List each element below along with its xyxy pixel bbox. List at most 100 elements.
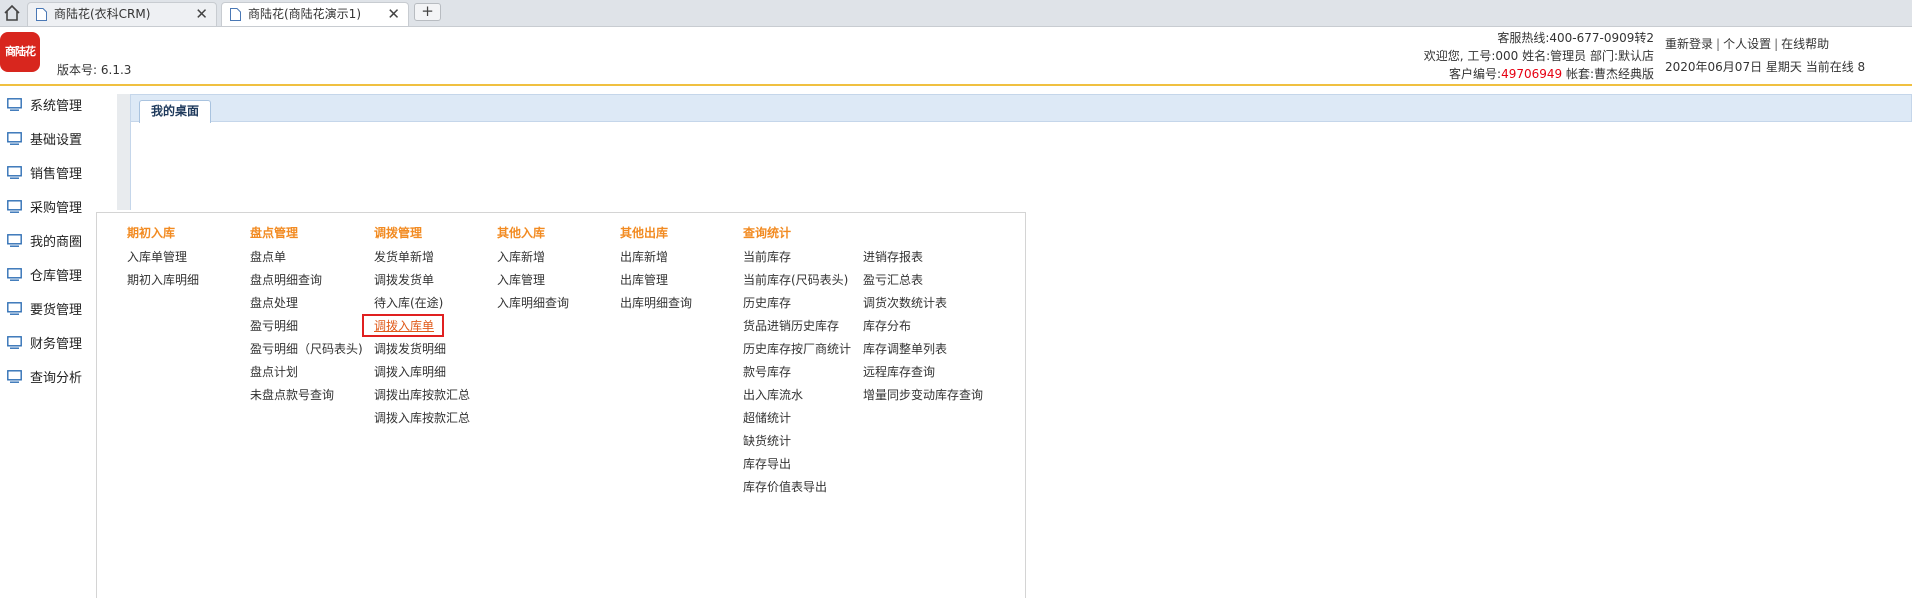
menu-heading: 盘点管理 <box>250 226 299 240</box>
menu-link[interactable]: 盈亏汇总表 <box>863 271 923 288</box>
sidebar-item-basic-settings[interactable]: 基础设置 <box>0 122 94 156</box>
menu-heading: 期初入库 <box>127 226 176 240</box>
menu-link[interactable]: 出入库流水 <box>743 386 803 403</box>
version-label: 版本号: <box>57 63 98 77</box>
sidebar-item-business-circle[interactable]: 我的商圈 <box>0 224 94 258</box>
user-info: 客服热线:400-677-0909转2 欢迎您, 工号:000 姓名:管理员 部… <box>1424 29 1654 83</box>
logo: 商陆花 <box>0 32 40 72</box>
menu-link[interactable]: 库存分布 <box>863 317 911 334</box>
sidebar-item-sales[interactable]: 销售管理 <box>0 156 94 190</box>
menu-link[interactable]: 期初入库明细 <box>127 271 199 288</box>
version-value: 6.1.3 <box>100 63 132 77</box>
new-tab-button[interactable]: + <box>414 3 441 21</box>
menu-link[interactable]: 入库管理 <box>497 271 545 288</box>
menu-heading: 其他入库 <box>497 226 546 240</box>
sidebar-item-label: 系统管理 <box>30 99 83 114</box>
monitor-icon <box>7 200 22 213</box>
online-help-link[interactable]: 在线帮助 <box>1781 37 1829 51</box>
content-border <box>130 122 131 210</box>
menu-link[interactable]: 进销存报表 <box>863 248 923 265</box>
menu-link[interactable]: 调拨入库明细 <box>374 363 446 380</box>
menu-link[interactable]: 库存导出 <box>743 455 791 472</box>
sidebar-item-finance[interactable]: 财务管理 <box>0 326 94 360</box>
menu-heading: 其他出库 <box>620 226 669 240</box>
sidebar-item-label: 财务管理 <box>30 337 83 352</box>
menu-link[interactable]: 待入库(在途) <box>374 294 443 311</box>
menu-link[interactable]: 盈亏明细 <box>250 317 298 334</box>
menu-link[interactable]: 历史库存 <box>743 294 791 311</box>
menu-link[interactable]: 历史库存按厂商统计 <box>743 340 851 357</box>
sidebar-item-label: 要货管理 <box>30 303 83 318</box>
sidebar-item-label: 仓库管理 <box>30 269 83 284</box>
welcome-text: 欢迎您, 工号:000 姓名:管理员 部门:默认店 <box>1423 49 1654 63</box>
menu-link[interactable]: 发货单新增 <box>374 248 434 265</box>
date-line: 2020年06月07日 星期天 当前在线 8 <box>1665 60 1866 74</box>
menu-link[interactable]: 未盘点款号查询 <box>250 386 334 403</box>
page-icon <box>36 8 47 21</box>
account-text: 帐套:曹杰经典版 <box>1562 67 1654 81</box>
page-icon <box>230 8 241 21</box>
menu-link[interactable]: 入库单管理 <box>127 248 187 265</box>
home-icon[interactable] <box>2 3 22 23</box>
monitor-icon <box>7 302 22 315</box>
close-icon[interactable]: ✕ <box>195 3 208 26</box>
monitor-icon <box>7 132 22 145</box>
personal-settings-link[interactable]: 个人设置 <box>1723 37 1771 51</box>
sidebar-collapse-bar[interactable] <box>117 94 130 210</box>
menu-link[interactable]: 库存调整单列表 <box>863 340 947 357</box>
monitor-icon <box>7 234 22 247</box>
browser-tab-label: 商陆花(商陆花演示1) <box>248 7 361 21</box>
monitor-icon <box>7 166 22 179</box>
sidebar-item-label: 查询分析 <box>30 371 83 386</box>
sidebar-item-query-analysis[interactable]: 查询分析 <box>0 360 94 394</box>
sidebar-item-requisition[interactable]: 要货管理 <box>0 292 94 326</box>
menu-link[interactable]: 超储统计 <box>743 409 791 426</box>
menu-link[interactable]: 增量同步变动库存查询 <box>863 386 983 403</box>
menu-link[interactable]: 盘点处理 <box>250 294 298 311</box>
monitor-icon <box>7 268 22 281</box>
app-header: 商陆花 版本号: 6.1.3 客服热线:400-677-0909转2 欢迎您, … <box>0 27 1912 86</box>
menu-link[interactable]: 盈亏明细（尺码表头) <box>250 340 363 357</box>
monitor-icon <box>7 336 22 349</box>
sidebar-item-label: 销售管理 <box>30 167 83 182</box>
browser-tab-label: 商陆花(衣科CRM) <box>54 7 151 21</box>
menu-link[interactable]: 盘点计划 <box>250 363 298 380</box>
browser-tab-1[interactable]: 商陆花(衣科CRM) ✕ <box>27 2 217 26</box>
header-links: 重新登录 | 个人设置 | 在线帮助 <box>1665 37 1830 51</box>
menu-link[interactable]: 出库新增 <box>620 248 668 265</box>
menu-heading: 查询统计 <box>743 226 792 240</box>
customer-no-label: 客户编号: <box>1449 67 1502 81</box>
menu-link[interactable]: 出库管理 <box>620 271 668 288</box>
browser-tab-2[interactable]: 商陆花(商陆花演示1) ✕ <box>221 2 409 26</box>
menu-link-transfer-inbound-highlighted[interactable]: 调拨入库单 <box>362 314 445 337</box>
menu-link[interactable]: 调拨出库按款汇总 <box>374 386 470 403</box>
menu-link[interactable]: 当前库存 <box>743 248 791 265</box>
menu-heading: 调拨管理 <box>374 226 423 240</box>
menu-link[interactable]: 缺货统计 <box>743 432 791 449</box>
menu-link[interactable]: 出库明细查询 <box>620 294 692 311</box>
monitor-icon <box>7 98 22 111</box>
menu-link[interactable]: 当前库存(尺码表头) <box>743 271 848 288</box>
relogin-link[interactable]: 重新登录 <box>1665 37 1713 51</box>
menu-link[interactable]: 调拨发货明细 <box>374 340 446 357</box>
sidebar: 系统管理 基础设置 销售管理 采购管理 我的商圈 仓库管理 要货管理 财务管理 … <box>0 88 94 394</box>
menu-link[interactable]: 调货次数统计表 <box>863 294 947 311</box>
menu-link[interactable]: 款号库存 <box>743 363 791 380</box>
menu-link[interactable]: 调拨发货单 <box>374 271 434 288</box>
menu-link[interactable]: 货品进销历史库存 <box>743 317 839 334</box>
menu-link[interactable]: 入库明细查询 <box>497 294 569 311</box>
close-icon[interactable]: ✕ <box>387 3 400 26</box>
sidebar-item-system[interactable]: 系统管理 <box>0 88 94 122</box>
menu-link[interactable]: 盘点单 <box>250 248 286 265</box>
sidebar-item-purchase[interactable]: 采购管理 <box>0 190 94 224</box>
warehouse-menu-dropdown: 期初入库 入库单管理 期初入库明细 盘点管理 盘点单 盘点明细查询 盘点处理 盈… <box>96 212 1026 598</box>
menu-link[interactable]: 远程库存查询 <box>863 363 935 380</box>
sidebar-item-warehouse[interactable]: 仓库管理 <box>0 258 94 292</box>
sidebar-item-label: 基础设置 <box>30 133 83 148</box>
tab-my-desktop[interactable]: 我的桌面 <box>139 100 212 123</box>
menu-link[interactable]: 入库新增 <box>497 248 545 265</box>
sidebar-item-label: 我的商圈 <box>30 235 83 250</box>
menu-link[interactable]: 库存价值表导出 <box>743 478 827 495</box>
menu-link[interactable]: 调拨入库按款汇总 <box>374 409 470 426</box>
menu-link[interactable]: 盘点明细查询 <box>250 271 322 288</box>
